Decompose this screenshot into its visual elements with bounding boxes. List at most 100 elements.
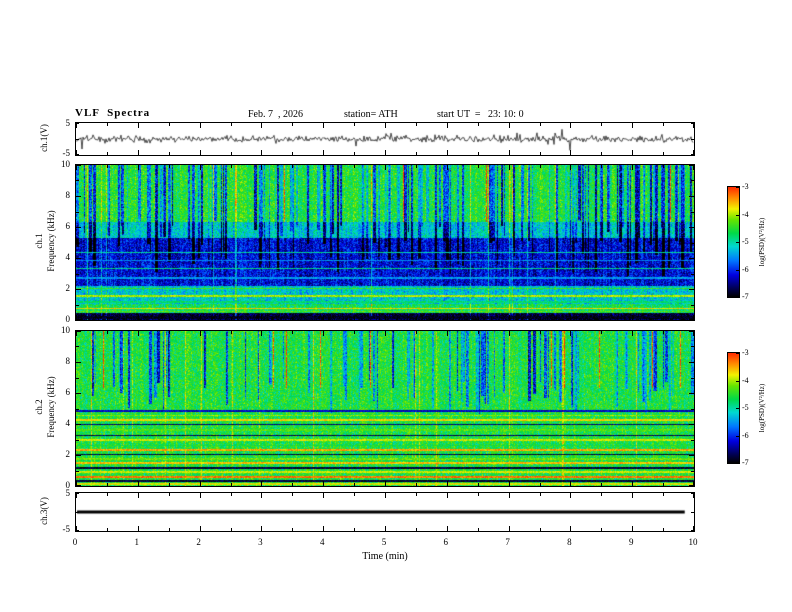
tick-mark <box>354 493 355 496</box>
tick-mark <box>663 123 664 126</box>
start-ut-label: start UT = 23: 10: 0 <box>437 109 524 120</box>
tick-mark <box>632 526 633 531</box>
colorbar-ch2 <box>727 352 740 464</box>
tick-mark <box>76 196 81 197</box>
y-tick-label: 4 <box>65 418 71 428</box>
tick-mark <box>447 481 448 486</box>
tick-mark <box>691 274 694 275</box>
tick-mark <box>540 123 541 126</box>
tick-mark <box>601 123 602 126</box>
ch3-wave-axis-label: ch.3(V) <box>39 497 49 525</box>
tick-mark <box>691 243 694 244</box>
colorbar-tick-label: -7 <box>742 458 749 467</box>
tick-mark <box>138 526 139 531</box>
tick-mark <box>200 493 201 498</box>
tick-mark <box>478 317 479 320</box>
tick-mark <box>632 165 633 170</box>
tick-mark <box>354 528 355 531</box>
tick-mark <box>385 331 386 336</box>
tick-mark <box>261 481 262 486</box>
tick-mark <box>138 165 139 170</box>
tick-mark <box>231 331 232 334</box>
tick-mark <box>540 331 541 334</box>
tick-mark <box>663 493 664 496</box>
tick-mark <box>169 123 170 126</box>
tick-mark <box>691 530 694 531</box>
tick-mark <box>691 154 694 155</box>
tick-mark <box>689 196 694 197</box>
tick-mark <box>691 305 694 306</box>
tick-mark <box>663 483 664 486</box>
tick-mark <box>601 152 602 155</box>
tick-mark <box>691 346 694 347</box>
colorbar-ch1 <box>727 186 740 298</box>
colorbar-tick-label: -4 <box>742 209 749 219</box>
tick-mark <box>689 393 694 394</box>
y-tick-label: 10 <box>61 159 70 169</box>
tick-mark <box>736 436 739 437</box>
tick-mark <box>689 331 694 332</box>
tick-mark <box>570 123 571 128</box>
tick-mark <box>200 315 201 320</box>
tick-mark <box>292 152 293 155</box>
tick-mark <box>447 150 448 155</box>
tick-mark <box>509 331 510 336</box>
tick-mark <box>323 150 324 155</box>
tick-mark <box>261 123 262 128</box>
tick-mark <box>736 462 739 463</box>
tick-mark <box>478 123 479 126</box>
tick-mark <box>354 123 355 126</box>
colorbar-tick-label: -5 <box>742 237 749 246</box>
ch1-spectrogram-panel <box>75 164 695 321</box>
y-tick-label: 2 <box>65 283 71 293</box>
tick-mark <box>509 165 510 170</box>
x-tick-label: 5 <box>381 537 387 547</box>
tick-mark <box>601 493 602 496</box>
colorbar-tick-label: -4 <box>742 375 749 385</box>
tick-mark <box>76 378 79 379</box>
tick-mark <box>169 483 170 486</box>
tick-mark <box>447 165 448 170</box>
tick-mark <box>107 331 108 334</box>
tick-mark <box>736 408 739 409</box>
tick-mark <box>169 528 170 531</box>
tick-mark <box>169 317 170 320</box>
tick-mark <box>261 493 262 498</box>
tick-mark <box>200 481 201 486</box>
tick-mark <box>292 528 293 531</box>
y-tick-label: -5 <box>62 524 71 534</box>
colorbar-tick-label: -3 <box>742 182 749 191</box>
tick-mark <box>76 362 81 363</box>
date-label: Feb. 7 , 2026 <box>248 109 303 120</box>
y-tick-label: 8 <box>65 190 71 200</box>
tick-mark <box>447 526 448 531</box>
ch2-spec-channel-label: ch.2 <box>34 399 44 415</box>
tick-mark <box>478 331 479 334</box>
tick-mark <box>138 331 139 336</box>
tick-mark <box>169 331 170 334</box>
tick-mark <box>632 123 633 128</box>
tick-mark <box>570 331 571 336</box>
y-tick-label: 10 <box>61 325 70 335</box>
tick-mark <box>231 317 232 320</box>
time-axis-label: Time (min) <box>362 551 408 562</box>
tick-mark <box>540 165 541 168</box>
tick-mark <box>76 154 79 155</box>
tick-mark <box>601 317 602 320</box>
tick-mark <box>261 526 262 531</box>
tick-mark <box>540 483 541 486</box>
tick-mark <box>169 165 170 168</box>
colorbar-ch2-label: log(PSD)(V²/Hz) <box>758 383 766 433</box>
tick-mark <box>416 317 417 320</box>
ch1-waveform-panel <box>75 122 695 156</box>
tick-mark <box>76 212 79 213</box>
tick-mark <box>736 353 739 354</box>
tick-mark <box>200 331 201 336</box>
tick-mark <box>76 346 79 347</box>
tick-mark <box>540 317 541 320</box>
x-tick-label: 1 <box>134 537 140 547</box>
y-tick-label: 4 <box>65 252 71 262</box>
x-tick-label: 2 <box>196 537 201 547</box>
tick-mark <box>509 493 510 498</box>
tick-mark <box>691 512 694 513</box>
